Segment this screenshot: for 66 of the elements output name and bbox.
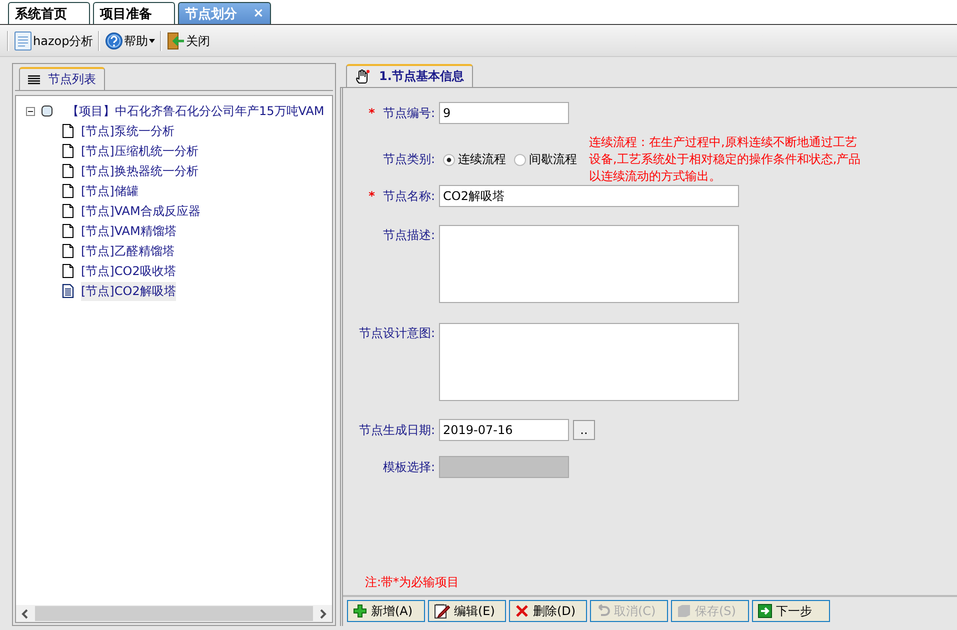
radio-option[interactable]: 连续流程 <box>443 151 506 168</box>
text-area[interactable] <box>439 225 739 303</box>
radio-button[interactable] <box>514 154 526 166</box>
tab[interactable]: 项目准备 <box>93 2 175 24</box>
page-icon <box>62 184 74 198</box>
delete-icon <box>515 604 529 618</box>
page-icon <box>62 204 74 218</box>
action-button[interactable]: 删除(D) <box>509 600 587 622</box>
page-icon <box>62 264 74 278</box>
required-mark: * <box>368 189 375 203</box>
input-field[interactable]: 9 <box>439 102 569 124</box>
page-icon <box>62 144 74 158</box>
field-label: 模板选择: <box>382 458 435 476</box>
field-label: 节点编号: <box>382 104 435 122</box>
hint-text: 连续流程：在生产过程中,原料连续不断地通过工艺设备,工艺系统处于相对稳定的操作条件和状态,产品以连续流动的方式输出。 <box>589 134 861 185</box>
tree-item[interactable]: [节点]储罐 <box>81 182 138 200</box>
date-field[interactable]: 2019-07-16 <box>439 419 569 441</box>
undo-icon <box>596 604 610 618</box>
page-icon <box>62 244 74 258</box>
pencil-notepad-icon <box>434 603 450 619</box>
radio-button[interactable] <box>443 154 455 166</box>
tree-item[interactable]: [节点]VAM精馏塔 <box>81 222 176 240</box>
scroll-left-icon[interactable] <box>21 608 29 618</box>
hand-icon <box>355 68 371 84</box>
tree-item[interactable]: [节点]CO2解吸塔 <box>81 282 176 300</box>
list-icon <box>28 74 40 84</box>
document-icon <box>14 31 32 51</box>
radio-option[interactable]: 间歇流程 <box>514 151 577 168</box>
collapse-icon[interactable] <box>26 106 35 116</box>
tree-item[interactable]: [节点]乙醛精馏塔 <box>81 242 174 260</box>
field-label: 节点名称: <box>382 188 435 204</box>
field-label: 节点类别: <box>382 151 435 168</box>
plus-icon <box>353 604 367 618</box>
tab[interactable]: 系统首页 <box>8 2 90 24</box>
panel-tab[interactable]: 节点列表 <box>19 67 105 90</box>
field-label: 节点描述: <box>382 227 435 244</box>
scroll-right-icon[interactable] <box>319 608 327 618</box>
required-mark: * <box>368 106 375 120</box>
tree-item[interactable]: [节点]CO2吸收塔 <box>81 262 176 280</box>
help-icon <box>105 32 124 50</box>
page-icon <box>62 164 74 178</box>
scrollbar[interactable] <box>16 605 332 622</box>
project-icon <box>41 105 53 117</box>
panel-tab[interactable]: 1.节点基本信息 <box>346 64 473 87</box>
tree-item[interactable]: [节点]VAM合成反应器 <box>81 202 200 220</box>
door-exit-icon <box>167 32 186 50</box>
action-button[interactable]: 编辑(E) <box>428 600 506 622</box>
date-picker-button[interactable]: .. <box>573 420 595 440</box>
action-button[interactable]: 新增(A) <box>347 600 425 622</box>
tree-item[interactable]: [节点]泵统一分析 <box>81 122 174 140</box>
field-label: 节点设计意图: <box>358 325 435 342</box>
page-icon <box>62 124 74 138</box>
document-icon <box>62 284 74 298</box>
arrow-right-icon <box>758 604 772 618</box>
input-field[interactable]: CO2解吸塔 <box>439 185 739 207</box>
field-label: 节点生成日期: <box>358 422 435 438</box>
toolbar-button[interactable]: 关闭 <box>165 29 212 53</box>
text-area[interactable] <box>439 323 739 401</box>
page-icon <box>62 224 74 238</box>
toolbar-button[interactable]: hazop分析 <box>12 29 96 53</box>
toolbar-button[interactable]: 帮助 <box>103 29 158 53</box>
tree-item[interactable]: [节点]换热器统一分析 <box>81 162 198 180</box>
action-button[interactable]: 下一步 <box>752 600 830 622</box>
tree-item[interactable]: [节点]压缩机统一分析 <box>81 142 198 160</box>
note-text: 注:带*为必输项目 <box>364 574 460 591</box>
tree-item[interactable]: 【项目】中石化齐鲁石化分公司年产15万吨VAM <box>67 102 324 120</box>
